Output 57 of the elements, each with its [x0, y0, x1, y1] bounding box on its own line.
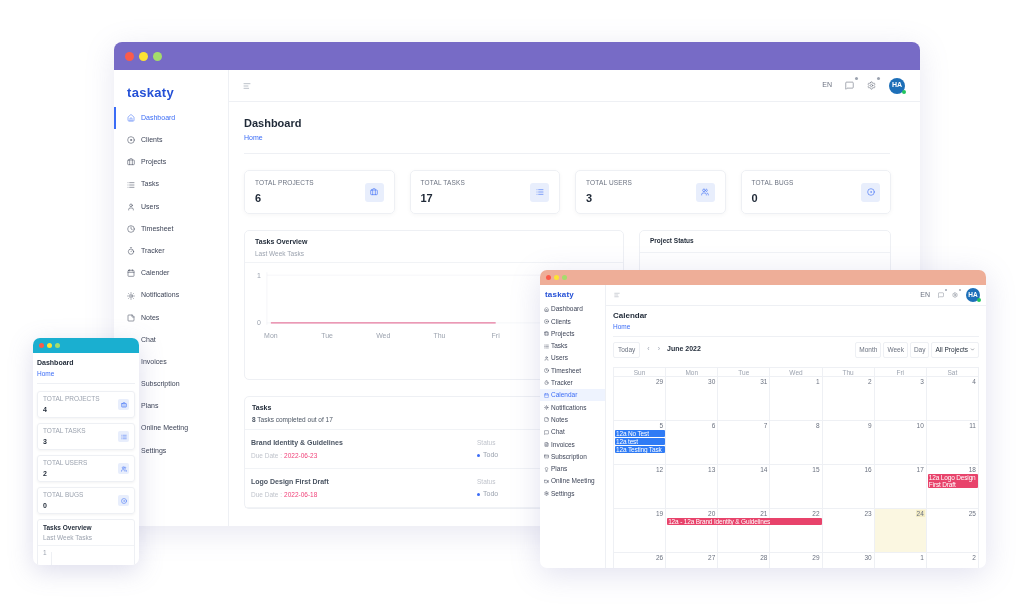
users-icon [701, 188, 709, 196]
settings-icon[interactable] [952, 292, 958, 298]
calendar-icon [127, 269, 135, 278]
video-icon [544, 478, 549, 484]
clock-icon [127, 225, 135, 234]
stat-value: 6 [255, 190, 262, 206]
chat-icon[interactable] [938, 292, 944, 298]
disc-icon [127, 136, 135, 145]
stat-value: 17 [420, 190, 433, 206]
close-control[interactable] [39, 343, 44, 348]
note-icon [127, 313, 135, 322]
target-icon [866, 188, 875, 196]
maximize-control[interactable] [562, 275, 567, 280]
card-icon [544, 454, 549, 460]
close-control[interactable] [546, 275, 551, 280]
stat-value: 3 [586, 190, 593, 206]
sun-icon [544, 405, 549, 410]
home-icon [544, 306, 549, 312]
clock-icon [544, 368, 549, 374]
logo: taskaty [545, 289, 574, 301]
briefcase-icon [127, 158, 135, 167]
minimize-control[interactable] [139, 51, 148, 61]
minimize-control[interactable] [47, 343, 52, 348]
document-icon [544, 441, 549, 447]
note-icon [544, 417, 549, 423]
briefcase-icon [370, 188, 378, 196]
user-icon [127, 202, 135, 211]
settings-icon[interactable] [867, 81, 876, 90]
calendar-icon [544, 392, 549, 398]
page-title: Calendar [613, 310, 648, 322]
users-icon [120, 465, 127, 472]
close-control[interactable] [125, 51, 134, 61]
maximize-control[interactable] [55, 343, 60, 348]
chat-icon[interactable] [845, 81, 854, 90]
page-title: Dashboard [244, 116, 302, 131]
sun-icon [127, 291, 135, 300]
briefcase-icon [544, 331, 549, 337]
briefcase-icon [120, 401, 127, 408]
chat-icon [544, 429, 549, 435]
target-icon [120, 497, 127, 504]
stat-value: 0 [751, 190, 758, 206]
menu-icon[interactable] [614, 292, 620, 298]
list-icon [120, 433, 127, 440]
user-icon [544, 355, 549, 361]
settings-icon [544, 491, 549, 497]
maximize-control[interactable] [153, 51, 162, 61]
disc-icon [544, 318, 549, 324]
home-icon [127, 114, 135, 123]
lightbulb-icon [544, 466, 549, 472]
timer-icon [544, 380, 549, 386]
list-icon [535, 188, 544, 196]
caret-icon [970, 347, 975, 353]
timer-icon [127, 247, 135, 256]
list-icon [544, 343, 549, 349]
menu-icon[interactable] [243, 81, 251, 90]
list-icon [127, 180, 135, 189]
logo: taskaty [127, 84, 175, 103]
